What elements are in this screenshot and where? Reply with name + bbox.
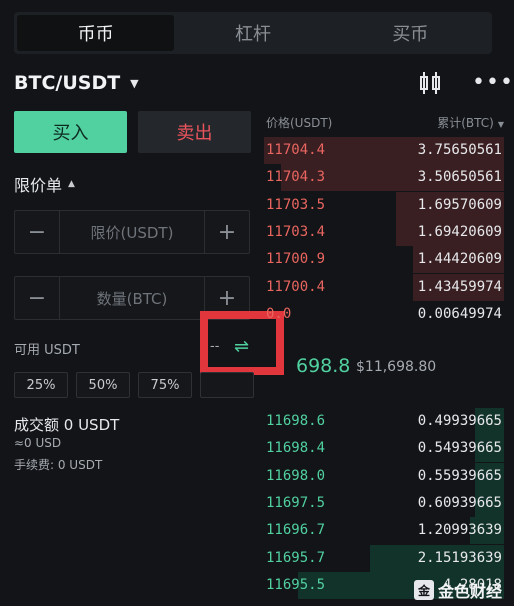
tab-margin[interactable]: 杠杆 bbox=[174, 15, 331, 51]
fee-text: 手续费: 0 USDT bbox=[14, 458, 103, 472]
kline-icon[interactable] bbox=[418, 70, 442, 96]
percent-50-button[interactable]: 50% bbox=[76, 372, 130, 398]
ask-price: 11700.4 bbox=[266, 278, 326, 295]
buy-button[interactable]: 买入 bbox=[14, 111, 127, 153]
percent-25-button[interactable]: 25% bbox=[14, 372, 68, 398]
triangle-up-icon: ▲ bbox=[68, 179, 75, 189]
bid-price: 11698.0 bbox=[266, 467, 326, 484]
quantity-decrease-button[interactable]: − bbox=[15, 286, 59, 311]
bid-price: 11695.5 bbox=[266, 576, 326, 593]
watermark: 金 金色财经 bbox=[414, 578, 502, 602]
percent-75-button[interactable]: 75% bbox=[138, 372, 192, 398]
ask-price: 11704.4 bbox=[266, 142, 326, 158]
watermark-logo: 金 bbox=[414, 580, 434, 600]
ask-cumulative: 3.75650561 bbox=[417, 142, 502, 158]
bid-price: 11697.5 bbox=[266, 494, 326, 511]
ask-row[interactable]: 11704.3 3.50650561 bbox=[262, 164, 504, 192]
ask-price: 11703.4 bbox=[266, 223, 326, 240]
bid-price: 11698.4 bbox=[266, 440, 326, 457]
bid-cumulative: 1.20993639 bbox=[417, 522, 502, 539]
price-decrease-button[interactable]: − bbox=[15, 220, 59, 245]
ask-row[interactable]: 11700.4 1.43459974 bbox=[262, 273, 504, 301]
ask-cumulative: 3.50650561 bbox=[417, 169, 502, 186]
bid-cumulative: 2.15193639 bbox=[417, 549, 502, 566]
sell-button[interactable]: 卖出 bbox=[138, 111, 251, 153]
chevron-down-icon: ▼ bbox=[130, 76, 139, 90]
ask-price: 11704.3 bbox=[266, 169, 326, 186]
tab-spot[interactable]: 币币 bbox=[17, 15, 175, 51]
bid-price: 11698.6 bbox=[266, 413, 326, 429]
ask-row[interactable]: 11703.5 1.69570609 bbox=[262, 191, 504, 219]
bid-cumulative: 0.54939665 bbox=[417, 440, 502, 457]
ask-cumulative: 1.69570609 bbox=[417, 196, 502, 213]
trade-mode-tabs: 币币 杠杆 买币 bbox=[14, 12, 492, 54]
bid-row[interactable]: 11695.7 2.15193639 bbox=[262, 544, 504, 572]
percent-buttons: 25% 50% 75% bbox=[14, 372, 254, 398]
bid-row[interactable]: 11698.4 0.54939665 bbox=[262, 435, 504, 463]
ask-row[interactable]: 11700.9 1.44420609 bbox=[262, 246, 504, 274]
bid-cumulative: 0.49939665 bbox=[417, 413, 502, 429]
bid-price: 11696.7 bbox=[266, 522, 326, 539]
bid-price: 11695.7 bbox=[266, 549, 326, 566]
order-type-selector[interactable]: 限价单 ▲ bbox=[14, 172, 75, 196]
chevron-down-icon: ▼ bbox=[497, 120, 504, 129]
order-type-label: 限价单 bbox=[14, 176, 63, 195]
ask-row[interactable]: 11703.4 1.69420609 bbox=[262, 218, 504, 246]
ask-cumulative: 0.00649974 bbox=[417, 305, 502, 322]
approx-usd-text: ≈0 USD bbox=[14, 436, 62, 450]
price-increase-button[interactable]: + bbox=[205, 220, 249, 245]
percent-100-button[interactable] bbox=[200, 372, 254, 398]
bid-row[interactable]: 11696.7 1.20993639 bbox=[262, 517, 504, 545]
ask-cumulative: 1.44420609 bbox=[417, 251, 502, 268]
ask-cumulative: 1.69420609 bbox=[417, 223, 502, 240]
bid-row[interactable]: 11697.5 0.60939665 bbox=[262, 489, 504, 517]
bid-row[interactable]: 11698.6 0.49939665 bbox=[262, 408, 504, 435]
bid-cumulative: 0.55939665 bbox=[417, 467, 502, 484]
pair-symbol: BTC/USDT bbox=[14, 72, 121, 94]
ask-price: 0.0 bbox=[266, 305, 292, 322]
quantity-increase-button[interactable]: + bbox=[205, 286, 249, 311]
ask-row[interactable]: 11704.4 3.75650561 bbox=[262, 137, 504, 164]
ask-price: 11703.5 bbox=[266, 196, 326, 213]
ask-price: 11700.9 bbox=[266, 251, 326, 268]
quantity-input[interactable]: 数量(BTC) bbox=[59, 277, 205, 319]
cumulative-column-header[interactable]: 累计(BTC) ▼ bbox=[437, 114, 504, 131]
last-price-usd: $11,698.80 bbox=[356, 359, 437, 375]
price-input[interactable]: 限价(USDT) bbox=[59, 211, 205, 253]
more-icon[interactable]: ••• bbox=[472, 72, 514, 94]
turnover-text: 成交额 0 USDT bbox=[14, 416, 120, 434]
tab-buy-crypto[interactable]: 买币 bbox=[332, 15, 489, 51]
ask-row[interactable]: 0.0 0.00649974 bbox=[262, 301, 504, 328]
bid-cumulative: 0.60939665 bbox=[417, 494, 502, 511]
price-column-header: 价格(USDT) bbox=[266, 116, 333, 130]
pair-selector[interactable]: BTC/USDT ▼ bbox=[14, 72, 139, 94]
available-label: 可用 USDT bbox=[14, 343, 80, 358]
ask-cumulative: 1.43459974 bbox=[417, 278, 502, 295]
orderbook-header: 价格(USDT) 累计(BTC) ▼ bbox=[266, 114, 504, 131]
watermark-text: 金色财经 bbox=[438, 582, 503, 601]
last-price: 698.8 bbox=[296, 355, 351, 377]
bid-row[interactable]: 11698.0 0.55939665 bbox=[262, 462, 504, 490]
price-stepper: − 限价(USDT) + bbox=[14, 210, 250, 254]
